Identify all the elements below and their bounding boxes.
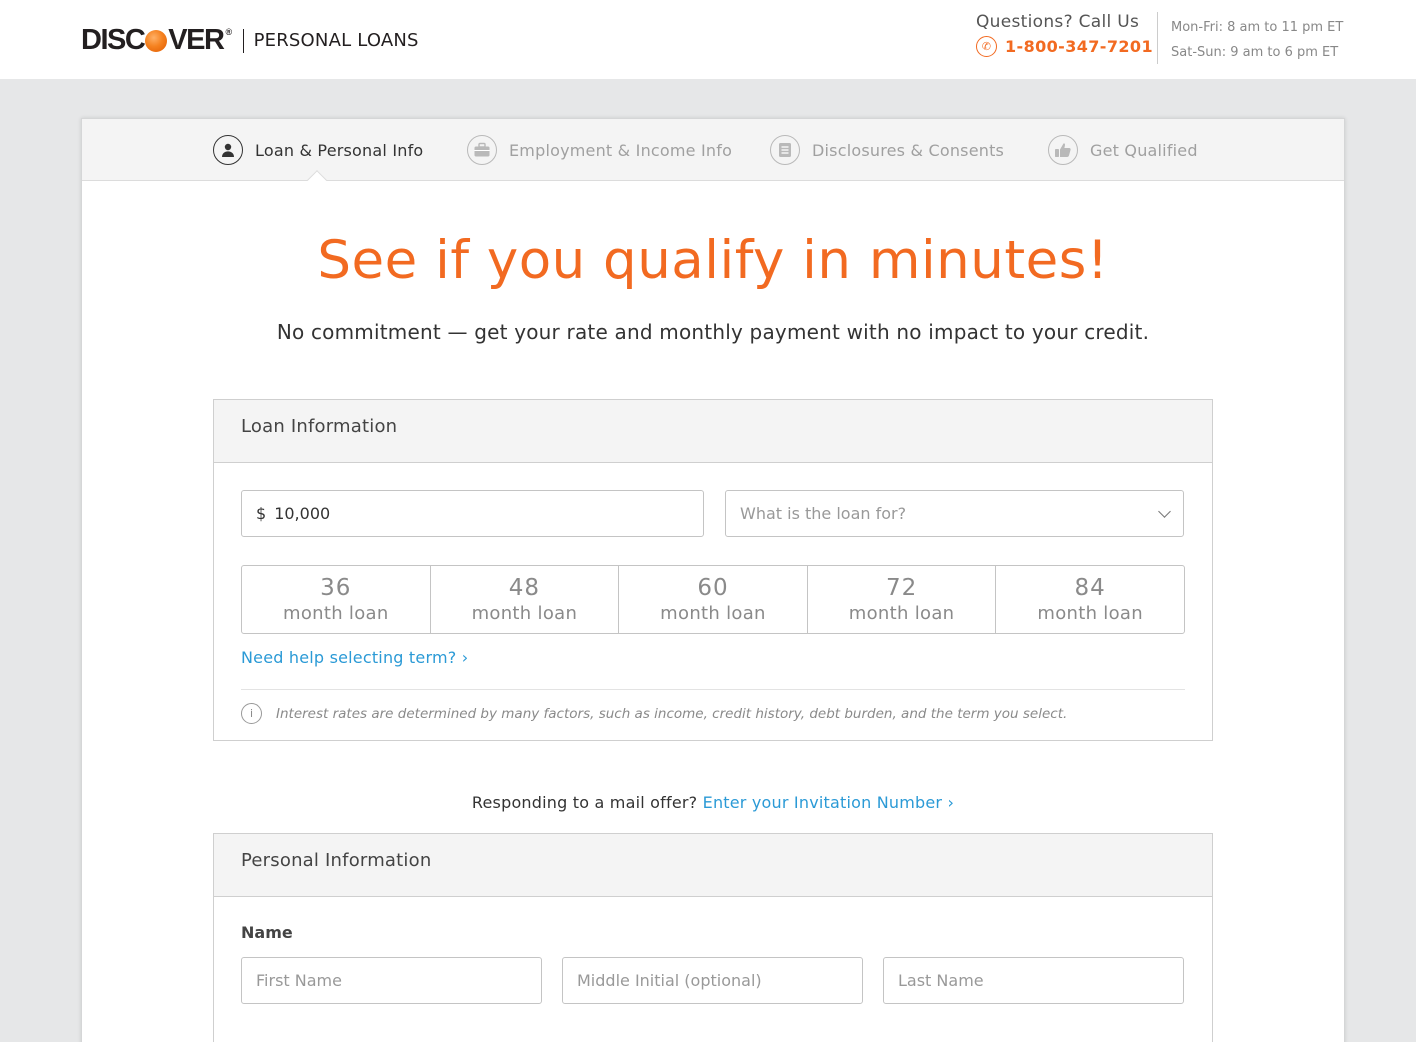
- divider: [241, 689, 1185, 690]
- logo-divider: [242, 28, 244, 53]
- hours-weekend: Sat-Sun: 9 am to 6 pm ET: [1171, 45, 1339, 60]
- mail-offer-line: Responding to a mail offer? Enter your I…: [82, 793, 1344, 812]
- step-label: Get Qualified: [1090, 140, 1198, 160]
- term-option-72[interactable]: 72 month loan: [808, 566, 997, 633]
- term-months: 36: [320, 575, 352, 601]
- thumbs-up-icon: [1048, 135, 1078, 165]
- interest-rate-note: i Interest rates are determined by many …: [241, 703, 1067, 724]
- term-option-60[interactable]: 60 month loan: [619, 566, 808, 633]
- logo-text-right: VER: [168, 24, 225, 56]
- step-label: Employment & Income Info: [509, 140, 733, 160]
- loan-information-title: Loan Information: [214, 400, 1212, 463]
- step-label: Loan & Personal Info: [255, 140, 424, 160]
- term-label: month loan: [848, 603, 955, 624]
- top-header: DISC VER ® PERSONAL LOANS Questions? Call …: [0, 0, 1416, 79]
- chevron-down-icon: [1158, 504, 1171, 518]
- term-label: month loan: [1037, 603, 1143, 624]
- step-label: Disclosures & Consents: [812, 140, 1005, 160]
- invitation-number-link[interactable]: Enter your Invitation Number ›: [703, 793, 954, 812]
- loan-purpose-select[interactable]: What is the loan for?: [725, 490, 1184, 537]
- currency-symbol: $: [256, 504, 267, 523]
- personal-information-title: Personal Information: [214, 834, 1212, 897]
- step-disclosures-consents[interactable]: Disclosures & Consents: [770, 135, 1004, 165]
- personal-information-panel: Personal Information Name First Name Mid…: [213, 833, 1213, 1042]
- person-icon: [213, 135, 243, 165]
- logo-orange-dot-icon: [145, 29, 168, 52]
- term-months: 72: [885, 575, 918, 601]
- page-subheadline: No commitment — get your rate and monthl…: [276, 320, 1150, 344]
- active-step-caret: [307, 170, 327, 190]
- first-name-input[interactable]: First Name: [241, 957, 542, 1004]
- loan-term-selector: 36 month loan 48 month loan 60 month loa…: [241, 565, 1185, 634]
- phone-number-link[interactable]: 1-800-347-7201: [1005, 37, 1153, 56]
- info-icon: i: [241, 703, 262, 724]
- term-option-48[interactable]: 48 month loan: [431, 566, 620, 633]
- progress-steps: Loan & Personal Info Employment & Income…: [82, 119, 1344, 190]
- name-label: Name: [241, 923, 293, 942]
- term-label: month loan: [282, 603, 389, 624]
- logo-text-left: DISC: [81, 24, 146, 56]
- term-option-36[interactable]: 36 month loan: [242, 566, 431, 633]
- document-icon: [770, 135, 800, 165]
- term-months: 60: [697, 575, 729, 601]
- term-help-link[interactable]: Need help selecting term? ›: [241, 648, 468, 667]
- hours-divider: [1157, 12, 1158, 64]
- term-months: 84: [1074, 575, 1106, 601]
- contact-info: Questions? Call Us ✆ 1-800-347-7201: [976, 12, 1153, 57]
- page-headline: See if you qualify in minutes!: [317, 230, 1109, 291]
- hours-weekday: Mon-Fri: 8 am to 11 pm ET: [1171, 20, 1344, 35]
- logo-trademark: ®: [225, 26, 232, 37]
- business-hours: Mon-Fri: 8 am to 11 pm ET Sat-Sun: 9 am …: [1171, 15, 1343, 65]
- term-months: 48: [508, 575, 541, 601]
- term-label: month loan: [660, 603, 766, 624]
- last-name-placeholder: Last Name: [898, 971, 984, 990]
- term-label: month loan: [471, 603, 578, 624]
- step-employment-income-info[interactable]: Employment & Income Info: [467, 135, 732, 165]
- phone-row[interactable]: ✆ 1-800-347-7201: [976, 36, 1153, 57]
- first-name-placeholder: First Name: [256, 971, 342, 990]
- loan-amount-value: 10,000: [274, 504, 331, 523]
- loan-purpose-placeholder: What is the loan for?: [740, 504, 907, 523]
- phone-icon: ✆: [976, 36, 997, 57]
- briefcase-icon: [467, 135, 497, 165]
- loan-amount-input[interactable]: $ 10,000: [241, 490, 704, 537]
- mail-offer-text: Responding to a mail offer?: [471, 793, 698, 812]
- middle-initial-input[interactable]: Middle Initial (optional): [562, 957, 863, 1004]
- step-get-qualified[interactable]: Get Qualified: [1048, 135, 1198, 165]
- middle-initial-placeholder: Middle Initial (optional): [577, 971, 762, 990]
- term-option-84[interactable]: 84 month loan: [996, 566, 1184, 633]
- last-name-input[interactable]: Last Name: [883, 957, 1184, 1004]
- step-loan-personal-info[interactable]: Loan & Personal Info: [213, 135, 423, 165]
- application-card: Loan & Personal Info Employment & Income…: [81, 118, 1345, 1042]
- interest-rate-note-text: Interest rates are determined by many fa…: [276, 705, 1068, 722]
- questions-text: Questions? Call Us: [976, 12, 1140, 32]
- logo-subtitle: PERSONAL LOANS: [253, 30, 419, 51]
- loan-information-panel: Loan Information $ 10,000 What is the lo…: [213, 399, 1213, 741]
- logo-wordmark: DISC VER ®: [81, 24, 232, 57]
- discover-logo[interactable]: DISC VER ® PERSONAL LOANS: [81, 24, 419, 57]
